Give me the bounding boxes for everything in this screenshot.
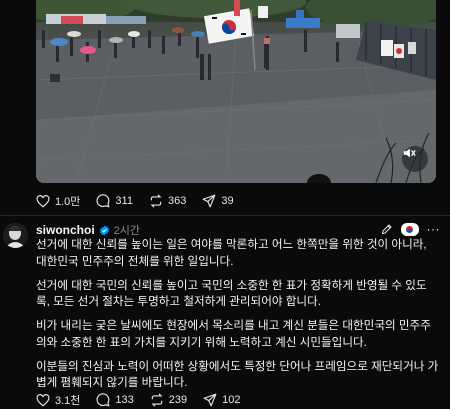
reply-header: siwonchoi 2시간 xyxy=(36,222,140,238)
post-time: 2시간 xyxy=(113,225,141,237)
send-icon xyxy=(203,393,217,407)
repost-button[interactable]: 363 xyxy=(149,194,186,208)
share-count: 39 xyxy=(221,195,234,207)
comment-icon xyxy=(96,393,110,407)
comment-count: 311 xyxy=(115,195,133,207)
username[interactable]: siwonchoi xyxy=(36,223,95,237)
like-count: 3.1천 xyxy=(55,395,81,407)
comment-button[interactable]: 133 xyxy=(96,393,134,407)
edit-icon[interactable] xyxy=(381,223,393,235)
divider xyxy=(0,215,450,216)
reply-body: 선거에 대한 신뢰를 높이는 일은 여야를 막론하고 어느 한쪽만을 위한 것이… xyxy=(36,237,440,399)
like-button[interactable]: 3.1천 xyxy=(36,392,80,408)
reply-header-actions: ··· xyxy=(373,221,441,237)
paragraph: 이분들의 진심과 노력이 어떠한 상황에서도 특정한 단어나 프레임으로 재단되… xyxy=(36,359,439,390)
send-icon xyxy=(202,194,216,208)
post-action-bar: 1.0만 311 363 39 xyxy=(36,192,250,210)
verified-badge-icon xyxy=(99,224,109,236)
avatar-image xyxy=(3,223,28,248)
like-count: 1.0만 xyxy=(55,196,81,208)
heart-icon xyxy=(36,194,50,208)
comment-button[interactable]: 311 xyxy=(96,194,133,208)
video-frame xyxy=(36,0,436,183)
paragraph: 선거에 대한 신뢰를 높이는 일은 여야를 막론하고 어느 한쪽만을 위한 것이… xyxy=(36,238,427,268)
flag-badge-icon xyxy=(400,222,419,236)
like-button[interactable]: 1.0만 xyxy=(36,193,80,209)
reply-action-bar: 3.1천 133 239 102 xyxy=(36,391,257,409)
comment-icon xyxy=(96,194,110,208)
repost-button[interactable]: 239 xyxy=(150,393,187,407)
post-video[interactable] xyxy=(36,0,436,183)
repost-count: 363 xyxy=(167,195,187,207)
more-icon[interactable]: ··· xyxy=(427,222,441,236)
comment-count: 133 xyxy=(115,394,134,406)
repost-icon xyxy=(150,194,162,208)
share-button[interactable]: 102 xyxy=(203,393,241,407)
share-button[interactable]: 39 xyxy=(202,194,234,208)
repost-count: 239 xyxy=(168,394,188,406)
share-count: 102 xyxy=(222,394,241,406)
speaker-muted-icon xyxy=(403,148,416,158)
flag-dot xyxy=(406,225,413,233)
repost-icon xyxy=(151,393,163,407)
avatar[interactable] xyxy=(3,223,28,248)
mute-button[interactable] xyxy=(402,146,428,172)
paragraph: 선거에 대한 국민의 신뢰를 높이고 국민의 소중한 한 표가 정확하게 반영될… xyxy=(36,278,427,309)
paragraph: 비가 내리는 궂은 날씨에도 현장에서 목소리를 내고 계신 분들은 대한민국의… xyxy=(36,319,431,349)
heart-icon xyxy=(36,393,50,407)
